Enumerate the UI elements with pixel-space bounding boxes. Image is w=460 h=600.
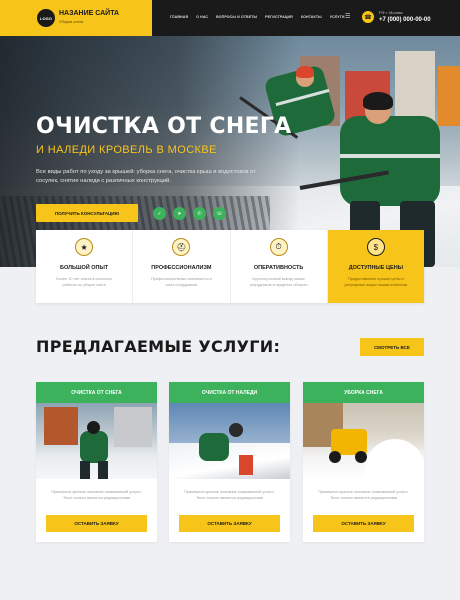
viber-icon[interactable]: ☏ [213,207,226,220]
wheel [329,451,341,463]
snow-pile [365,439,424,479]
stopwatch-icon: ⏱ [269,238,288,256]
nav-item-registration[interactable]: РЕГИСТРАЦИЯ [265,15,293,19]
card-description: Примерное краткое описание оказываемой у… [318,490,409,500]
feature-professionalism: ⛑ ПРОФЕССИОНАЛИЗМ Профессиональные альпи… [133,230,231,303]
menu-icon[interactable]: ☰ [345,13,350,20]
service-card: ОЧИСТКА ОТ НАЛЕДИ Примерное краткое опис… [169,382,290,542]
card-title[interactable]: ОЧИСТКА ОТ СНЕГА [36,382,157,403]
building [395,51,435,126]
request-button[interactable]: ОСТАВИТЬ ЗАЯВКУ [46,515,147,532]
whatsapp-icon[interactable]: ✆ [193,207,206,220]
feature-experience: ★ БОЛЬШОЙ ОПЫТ Более 10 лет опыта в сезо… [36,230,134,303]
hero-subtitle: И НАЛЕДИ КРОВЕЛЬ В МОСКВЕ [36,144,217,156]
hero-description: Все виды работ по уходу за крышей: уборк… [36,169,256,184]
nav-item-contacts[interactable]: КОНТАКТЫ [301,15,322,19]
feature-text: Круглосуточный выезд наших сотрудников в… [249,277,308,287]
phone-icon[interactable]: ☎ [362,11,374,23]
feature-title: ДОСТУПНЫЕ ЦЕНЫ [348,265,404,271]
feature-text: Профессиональные альпинисты и штат сотру… [150,277,212,287]
request-button[interactable]: ОСТАВИТЬ ЗАЯВКУ [313,515,414,532]
worker-leg [98,461,108,479]
vk-icon[interactable]: ✓ [153,207,166,220]
building [438,66,460,126]
site-header: LOGO НАЗАНИЕ САЙТА Уборка снега ГЛАВНАЯ … [0,0,460,36]
services-title: ПРЕДЛАГАЕМЫЕ УСЛУГИ: [36,337,281,356]
card-title[interactable]: ОЧИСТКА ОТ НАЛЕДИ [169,382,290,403]
feature-speed: ⏱ ОПЕРАТИВНОСТЬ Круглосуточный выезд наш… [231,230,328,303]
nav-item-faq[interactable]: ВОПРОСЫ И ОТВЕТЫ [216,15,257,19]
service-photo[interactable] [169,403,290,479]
telegram-icon[interactable]: ➤ [173,207,186,220]
logo[interactable]: LOGO [37,9,55,27]
worker-figure [80,431,108,463]
features-strip: ★ БОЛЬШОЙ ОПЫТ Более 10 лет опыта в сезо… [36,230,424,303]
worker-head [87,421,100,434]
hero-title: ОЧИСТКА ОТ СНЕГА [36,114,292,139]
see-all-button[interactable]: СМОТРЕТЬ ВСЕ [360,338,424,356]
snowy-roof [169,443,290,479]
phone-number[interactable]: +7 (000) 000-00-00 [379,17,431,23]
main-nav: ГЛАВНАЯ О НАС ВОПРОСЫ И ОТВЕТЫ РЕГИСТРАЦ… [170,15,345,19]
feature-text: Предоставляем лучшие цены и регулярные а… [344,277,408,287]
feature-title: БОЛЬШОЙ ОПЫТ [60,265,109,271]
tool [239,455,253,475]
request-button[interactable]: ОСТАВИТЬ ЗАЯВКУ [179,515,280,532]
site-name[interactable]: НАЗАНИЕ САЙТА [59,10,119,17]
service-card: УБОРКА СНЕГА Примерное краткое описание … [303,382,424,542]
worker-leg [80,461,90,479]
nav-item-home[interactable]: ГЛАВНАЯ [170,15,188,19]
feature-title: ОПЕРАТИВНОСТЬ [253,265,304,271]
logo-area[interactable]: LOGO НАЗАНИЕ САЙТА Уборка снега [0,0,152,36]
feature-text: Более 10 лет опыта в сезонных работах по… [56,277,112,287]
card-title[interactable]: УБОРКА СНЕГА [303,382,424,403]
building [114,407,152,447]
worker-figure [199,433,229,461]
service-card: ОЧИСТКА ОТ СНЕГА Примерное краткое описа… [36,382,157,542]
feature-title: ПРОФЕССИОНАЛИЗМ [151,265,212,271]
worker-hat [296,66,314,78]
service-photo[interactable] [36,403,157,479]
feature-prices: $ ДОСТУПНЫЕ ЦЕНЫ Предоставляем лучшие це… [327,230,424,303]
site-tagline: Уборка снега [59,19,84,24]
card-description: Примерное краткое описание оказываемой у… [184,490,275,500]
helmet-icon: ⛑ [172,238,191,256]
building [44,407,78,445]
reflective-stripe [340,154,440,158]
city-label: РФ г. Москва [379,10,403,15]
worker-figure [340,116,440,206]
nav-item-services[interactable]: УСЛУГИ [330,15,345,19]
coins-icon: $ [366,238,385,256]
consultation-button[interactable]: ПОЛУЧИТЬ КОНСУЛЬТАЦИЮ [36,204,138,222]
worker-head [229,423,243,437]
service-photo[interactable] [303,403,424,479]
worker-hat [363,92,393,110]
nav-item-about[interactable]: О НАС [196,15,208,19]
award-icon: ★ [75,238,94,256]
card-description: Примерное краткое описание оказываемой у… [51,490,142,500]
